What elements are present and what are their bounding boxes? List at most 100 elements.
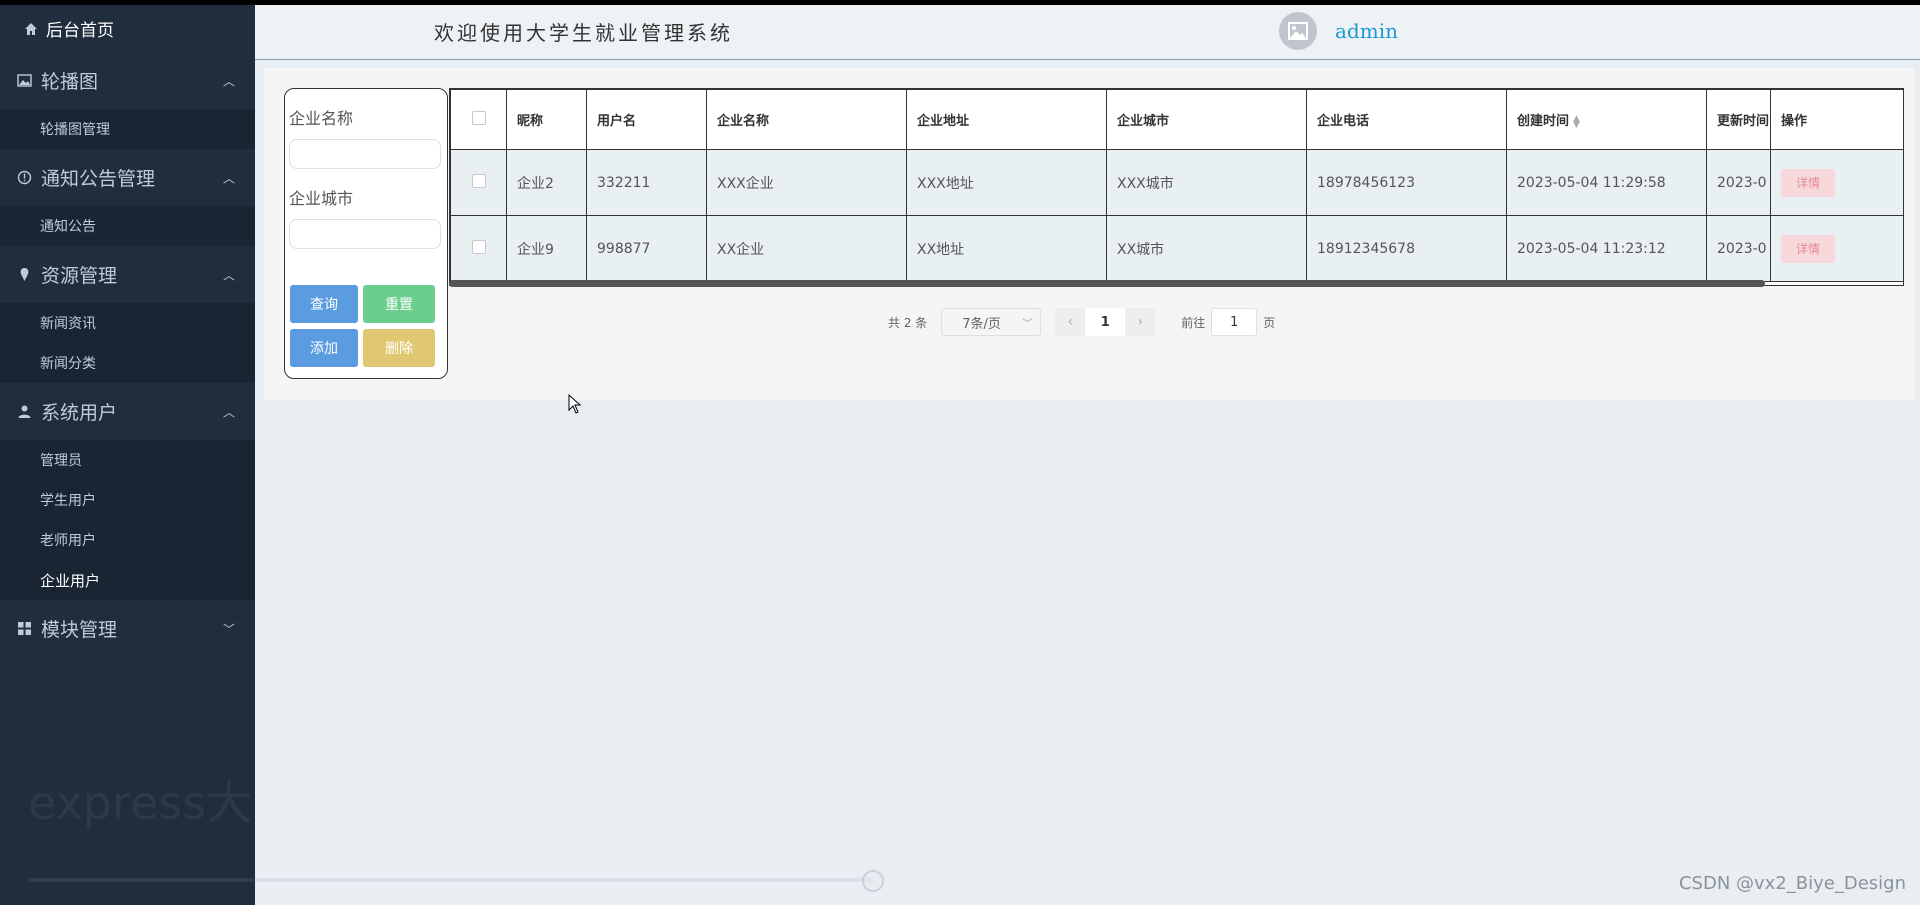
home-icon [24,22,38,36]
sidebar-item-notice[interactable]: 通知公告 [0,206,255,246]
sidebar-item-home[interactable]: 后台首页 [0,5,255,52]
goto-page: 前往 1 页 [1181,308,1275,336]
avatar[interactable] [1279,12,1317,50]
row-checkbox[interactable] [471,173,486,188]
company-name-input[interactable] [289,139,441,169]
delete-button[interactable]: 删除 [363,329,435,367]
background-slider-track [28,878,873,882]
cell-updated: 2023-0 [1706,149,1771,216]
table-header-row: 昵称 用户名 企业名称 企业地址 企业城市 企业电话 创建时间 ▲ ▼ 更新时间 操… [450,89,1903,150]
sidebar-group-modules[interactable]: 模块管理 ﹀ [0,600,255,657]
cell-username: 332211 [586,149,707,216]
page-size-select[interactable]: 7条/页 ﹀ [941,308,1042,336]
chevron-down-icon: ﹀ [222,622,235,636]
chevron-down-icon: ﹀ [1022,318,1033,330]
data-table: 昵称 用户名 企业名称 企业地址 企业城市 企业电话 创建时间 ▲ ▼ 更新时间 操… [449,88,1904,286]
column-header-created[interactable]: 创建时间 ▲ ▼ [1506,89,1707,150]
sidebar-group-label: 通知公告管理 [41,168,156,190]
cell-company-name: XXX企业 [706,149,907,216]
sidebar-item-carousel-manage[interactable]: 轮播图管理 [0,109,255,149]
horizontal-scrollbar[interactable] [449,280,1765,287]
sidebar-group-label: 模块管理 [41,619,118,641]
chevron-left-icon: ‹ [1067,314,1074,330]
column-header: 昵称 [506,89,587,150]
cell-company-name: XX企业 [706,215,907,282]
grid-icon [16,621,32,637]
search-form: 企业名称 企业城市 查询 重置 添加 删除 [284,88,448,379]
query-button[interactable]: 查询 [290,285,358,323]
cell-address: XXX地址 [906,149,1107,216]
cell-actions: 详情 [1770,215,1903,282]
cell-username: 998877 [586,215,707,282]
prev-page-button[interactable]: ‹ [1055,308,1086,336]
page-number[interactable]: 1 [1085,308,1126,336]
credit-watermark: CSDN @vx2_Biye_Design [1678,873,1906,894]
select-all-checkbox[interactable] [471,110,486,125]
column-header-label: 创建时间 [1517,114,1570,129]
cell-city: XX城市 [1106,215,1307,282]
row-select-cell[interactable] [450,215,507,282]
table-row: 企业9 998877 XX企业 XX地址 XX城市 18912345678 20… [450,215,1903,282]
column-header: 企业名称 [706,89,907,150]
sort-icon[interactable]: ▲ ▼ [1573,114,1580,129]
page-total: 共 2 条 [888,315,928,330]
sidebar-item-student-users[interactable]: 学生用户 [0,480,255,520]
row-select-cell[interactable] [450,149,507,216]
sidebar-home-label: 后台首页 [46,21,114,41]
sidebar-item-news-category[interactable]: 新闻分类 [0,343,255,383]
sidebar-item-teacher-users[interactable]: 老师用户 [0,520,255,560]
detail-button[interactable]: 详情 [1781,234,1835,263]
goto-page-input[interactable]: 1 [1211,308,1258,336]
page-title: 欢迎使用大学生就业管理系统 [434,21,733,45]
sidebar-group-notice[interactable]: 通知公告管理 ︿ [0,149,255,206]
cell-actions: 详情 [1770,149,1903,216]
sidebar-group-resource[interactable]: 资源管理 ︿ [0,246,255,303]
chevron-up-icon: ︿ [222,74,235,88]
select-all-cell[interactable] [450,89,507,150]
info-circle-icon [16,170,32,186]
user-name-link[interactable]: admin [1335,19,1398,43]
sidebar-watermark: express大学生就业管理系统 [28,776,255,830]
background-slider-knob [862,870,884,892]
add-button[interactable]: 添加 [290,329,358,367]
company-city-input[interactable] [289,219,441,249]
reset-button[interactable]: 重置 [363,285,435,323]
page-size-value: 7条/页 [962,316,1001,332]
chevron-right-icon: › [1137,314,1144,330]
cell-created: 2023-05-04 11:29:58 [1506,149,1707,216]
pagination: 共 2 条 7条/页 ﹀ ‹ 1 › 前往 1 页 [888,308,1275,336]
sidebar-group-label: 系统用户 [41,402,118,424]
user-icon [16,404,32,420]
image-icon [16,73,32,89]
company-city-label: 企业城市 [289,189,354,208]
table-row: 企业2 332211 XXX企业 XXX地址 XXX城市 18978456123… [450,149,1903,216]
sidebar: 后台首页 轮播图 ︿ 轮播图管理 通知公告管理 ︿ 通知公告 资源管理 ︿ 新闻… [0,5,255,905]
column-header: 操作 [1770,89,1903,150]
cell-address: XX地址 [906,215,1107,282]
cell-updated: 2023-0 [1706,215,1771,282]
column-header: 企业城市 [1106,89,1307,150]
cell-nickname: 企业2 [506,149,587,216]
chevron-up-icon: ︿ [222,268,235,282]
column-header: 更新时间 [1706,89,1771,150]
sidebar-group-carousel[interactable]: 轮播图 ︿ [0,52,255,109]
chevron-up-icon: ︿ [222,405,235,419]
cell-nickname: 企业9 [506,215,587,282]
sidebar-group-label: 资源管理 [41,265,118,287]
next-page-button[interactable]: › [1125,308,1156,336]
header: 欢迎使用大学生就业管理系统 admin [255,5,1920,60]
goto-suffix: 页 [1263,315,1276,330]
column-header: 企业地址 [906,89,1107,150]
detail-button[interactable]: 详情 [1781,168,1835,197]
sidebar-item-admin[interactable]: 管理员 [0,440,255,480]
sidebar-group-label: 轮播图 [41,71,99,93]
main-panel: 企业名称 企业城市 查询 重置 添加 删除 昵称 用户名 企业名称 企业地址 企 [264,68,1914,400]
sidebar-item-company-users[interactable]: 企业用户 [0,560,255,600]
sidebar-group-system-users[interactable]: 系统用户 ︿ [0,383,255,440]
row-checkbox[interactable] [471,239,486,254]
mouse-cursor-icon [568,393,582,418]
goto-prefix: 前往 [1181,315,1206,330]
cell-created: 2023-05-04 11:23:12 [1506,215,1707,282]
sidebar-item-news[interactable]: 新闻资讯 [0,303,255,343]
cell-city: XXX城市 [1106,149,1307,216]
